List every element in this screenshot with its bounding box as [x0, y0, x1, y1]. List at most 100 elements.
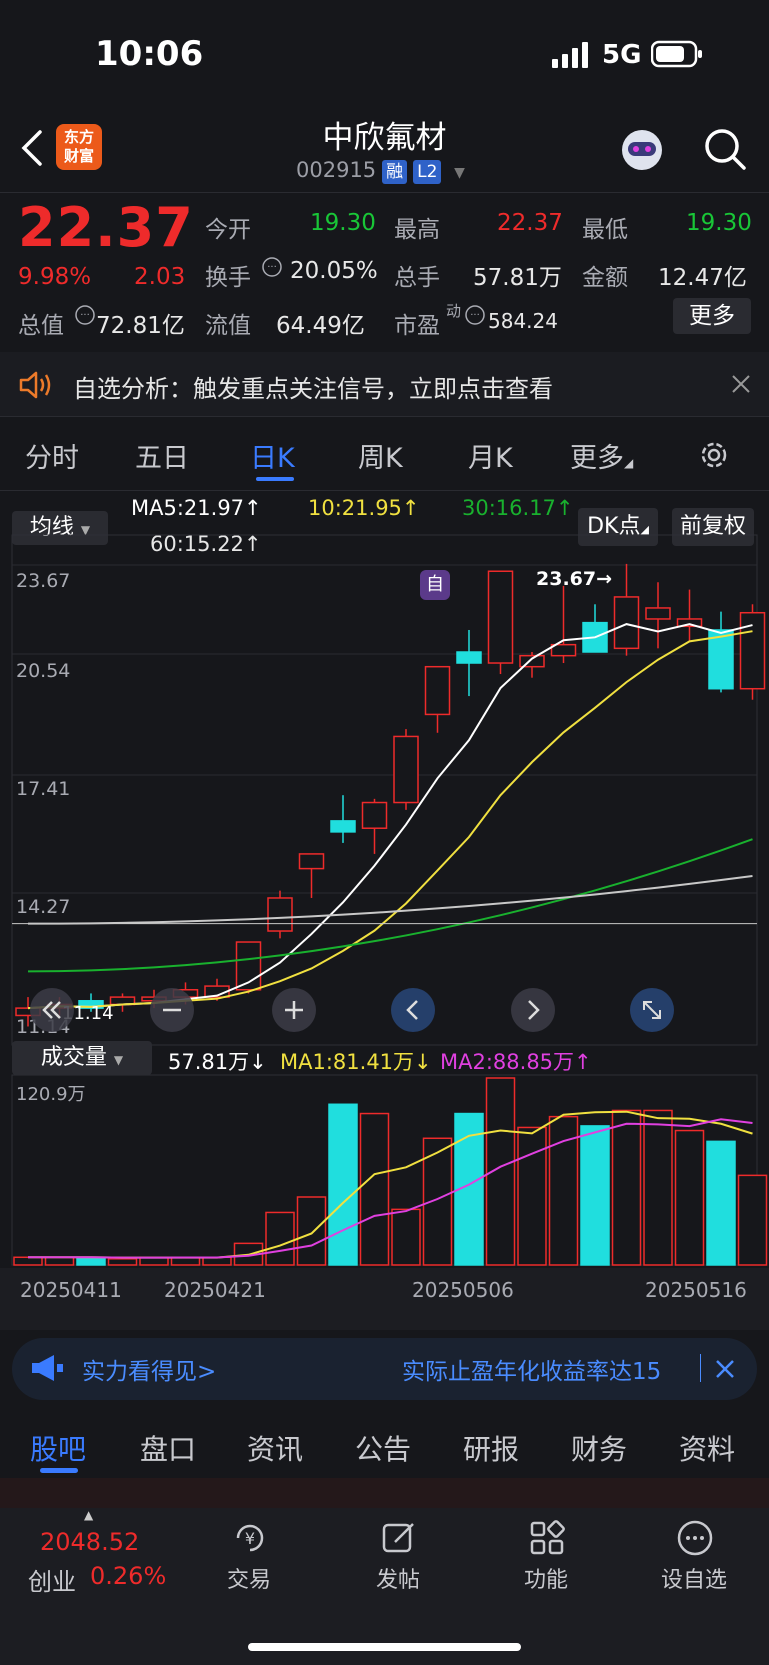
pe-label: 市盈: [394, 313, 440, 339]
tab-daily-k[interactable]: 日K: [250, 436, 295, 475]
volume-bar: [580, 1125, 610, 1266]
divider: [0, 490, 769, 491]
high-annotation: 23.67→: [536, 568, 613, 590]
volume-bar: [296, 1196, 327, 1266]
zoom-out-button[interactable]: [150, 988, 194, 1032]
expand-icon: [643, 1001, 661, 1019]
close-icon[interactable]: [715, 1359, 735, 1379]
tab-order-book[interactable]: 盘口: [140, 1428, 196, 1468]
next-button[interactable]: [511, 988, 555, 1032]
battery-icon: [651, 40, 702, 68]
tab-more[interactable]: 更多◢: [570, 436, 633, 475]
stock-code[interactable]: 002915 融 L2 ▼: [296, 158, 465, 184]
candle-body: [550, 643, 577, 657]
volume-bar: [706, 1140, 736, 1266]
index-name[interactable]: 创业: [28, 1562, 76, 1597]
tab-news[interactable]: 资讯: [247, 1428, 303, 1468]
ma10-line: [27, 630, 753, 1010]
tab-research[interactable]: 研报: [463, 1428, 519, 1468]
info-icon[interactable]: ···: [464, 304, 486, 326]
chevron-left-icon: [406, 1000, 418, 1020]
nav-add-watchlist[interactable]: 设自选: [639, 1562, 749, 1594]
volume-bar: [265, 1211, 295, 1266]
change-value: 2.03: [134, 264, 186, 290]
zoom-in-button[interactable]: [272, 988, 316, 1032]
network-label: 5G: [602, 40, 642, 70]
chevron-down-icon: ▼: [454, 165, 465, 181]
margin-tag: 融: [382, 160, 408, 184]
price-axis-label: 14.27: [16, 896, 71, 918]
banner-left-text[interactable]: 实力看得见>: [82, 1352, 216, 1386]
kline-chart[interactable]: [0, 500, 769, 1330]
tab-five-day[interactable]: 五日: [135, 436, 189, 475]
open-value: 19.30: [310, 210, 376, 236]
more-circle-icon[interactable]: [675, 1518, 715, 1558]
minus-icon: [163, 1008, 181, 1012]
signal-icon: [552, 42, 588, 68]
tab-weekly-k[interactable]: 周K: [358, 436, 403, 475]
current-price: 22.37: [18, 196, 194, 259]
volume-bar: [44, 1256, 75, 1266]
ma5-line: [27, 623, 753, 1010]
date-label: 20250516: [645, 1278, 747, 1302]
turnover-value: 20.05%: [290, 258, 378, 284]
price-axis-label: 23.67: [16, 570, 71, 592]
notice-text[interactable]: 自选分析：触发重点关注信号，立即点击查看: [73, 369, 553, 404]
info-icon[interactable]: ···: [261, 256, 283, 278]
grid-icon[interactable]: [527, 1518, 567, 1558]
volume-bar: [517, 1126, 547, 1266]
candle-body: [739, 611, 766, 690]
nav-post[interactable]: 发帖: [343, 1562, 453, 1594]
tab-financials[interactable]: 财务: [571, 1428, 627, 1468]
tab-profile[interactable]: 资料: [679, 1428, 735, 1468]
more-button[interactable]: 更多: [673, 298, 751, 334]
tab-intraday[interactable]: 分时: [25, 436, 79, 475]
self-tag[interactable]: 自: [420, 570, 450, 600]
tab-announcements[interactable]: 公告: [355, 1428, 411, 1468]
edit-icon[interactable]: [379, 1518, 419, 1558]
volume-bar: [76, 1256, 106, 1266]
amount-label: 金额: [582, 265, 628, 291]
trade-icon[interactable]: ¥: [230, 1518, 270, 1558]
robot-assistant-icon[interactable]: [618, 126, 666, 174]
candle-body: [267, 897, 293, 932]
candle-body: [393, 735, 419, 804]
home-indicator: [248, 1643, 521, 1651]
date-label: 20250411: [20, 1278, 122, 1302]
price-axis-label: 20.54: [16, 660, 71, 682]
volume-selector[interactable]: 成交量 ▼: [12, 1041, 152, 1075]
info-icon[interactable]: ···: [74, 304, 96, 326]
l2-tag: L2: [413, 160, 442, 184]
pe-value: 584.24: [488, 309, 558, 333]
candle-body: [487, 570, 514, 664]
svg-text:···: ···: [80, 310, 90, 321]
tab-monthly-k[interactable]: 月K: [468, 436, 513, 475]
svg-text:···: ···: [470, 310, 480, 321]
fullscreen-button[interactable]: [630, 988, 674, 1032]
index-change[interactable]: 0.26%: [90, 1562, 166, 1590]
volume-bar: [13, 1256, 43, 1266]
high-label: 最高: [394, 217, 440, 243]
candle-body: [456, 651, 482, 664]
tab-forum[interactable]: 股吧: [30, 1428, 86, 1468]
speaker-icon: [19, 371, 51, 399]
nav-functions[interactable]: 功能: [491, 1562, 601, 1594]
dropdown-icon: ▼: [113, 1053, 124, 1067]
nav-trade[interactable]: 交易: [194, 1562, 304, 1594]
close-icon[interactable]: [731, 374, 751, 394]
divider: [0, 416, 769, 417]
gear-icon[interactable]: [697, 438, 731, 472]
float-label: 流值: [205, 313, 251, 339]
chevron-right-icon: [528, 1000, 540, 1020]
volume-ma1: MA1:81.41万↓: [280, 1050, 432, 1074]
scroll-left-button[interactable]: [30, 988, 74, 1032]
index-value[interactable]: 2048.52: [40, 1528, 139, 1556]
search-icon[interactable]: [702, 126, 748, 172]
volume-ma2: MA2:88.85万↑: [440, 1050, 592, 1074]
prev-button[interactable]: [391, 988, 435, 1032]
volume-bar: [737, 1174, 768, 1266]
volume-bar: [359, 1112, 390, 1266]
date-label: 20250421: [164, 1278, 266, 1302]
volume-label: 总手: [394, 265, 440, 291]
banner-right-text[interactable]: 实际止盈年化收益率达15: [402, 1352, 698, 1386]
